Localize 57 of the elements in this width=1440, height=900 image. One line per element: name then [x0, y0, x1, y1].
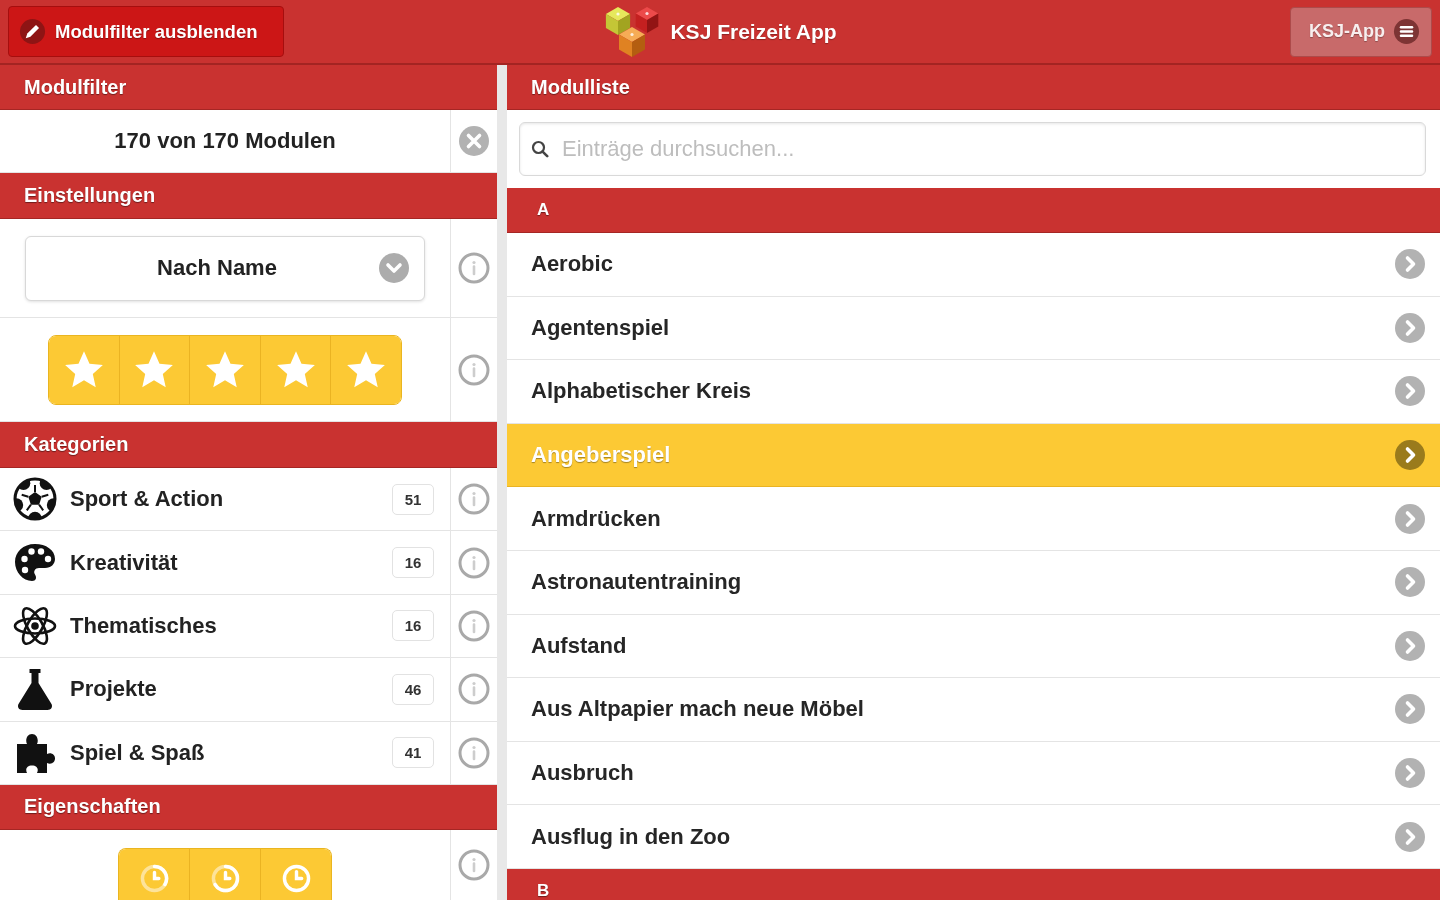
star-button[interactable] — [260, 335, 332, 404]
info-icon[interactable] — [458, 673, 490, 706]
category-item[interactable]: Thematisches 16 — [0, 594, 450, 658]
chevron-right-icon — [1394, 375, 1426, 408]
count-badge: 46 — [392, 673, 434, 705]
search-icon — [531, 140, 549, 158]
filter-summary: 170 von 170 Modulen — [114, 128, 336, 154]
info-icon[interactable] — [458, 353, 490, 386]
clock-arc-icon — [209, 862, 241, 894]
clock-icon — [280, 862, 312, 894]
chevron-right-icon — [1394, 311, 1426, 344]
info-icon[interactable] — [458, 546, 490, 579]
duration-button[interactable] — [190, 848, 261, 900]
info-icon[interactable] — [458, 252, 490, 284]
letter-header: A — [507, 188, 1440, 233]
info-icon[interactable] — [458, 736, 490, 769]
chevron-right-icon — [1394, 502, 1426, 535]
category-item[interactable]: Kreativität 16 — [0, 531, 450, 594]
pencil-icon — [19, 18, 46, 45]
chevron-right-icon — [1394, 248, 1426, 281]
count-badge: 41 — [392, 737, 434, 769]
chevron-right-icon — [1394, 693, 1426, 726]
chevron-right-icon — [1394, 629, 1426, 662]
info-icon[interactable] — [458, 848, 490, 881]
hide-filter-button[interactable]: Modulfilter ausblenden — [8, 6, 284, 57]
count-badge: 51 — [392, 483, 434, 515]
close-icon[interactable] — [458, 125, 490, 157]
star-button[interactable] — [49, 335, 120, 404]
section-header: Eigenschaften — [0, 784, 497, 830]
star-button[interactable] — [119, 335, 191, 404]
category-item[interactable]: Projekte 46 — [0, 658, 450, 721]
star-button[interactable] — [190, 335, 261, 404]
info-icon[interactable] — [458, 483, 490, 516]
category-item[interactable]: Sport & Action 51 — [0, 468, 450, 531]
chevron-right-icon — [1394, 820, 1426, 853]
soccer-ball-icon — [12, 476, 58, 523]
section-header: Modulfilter — [0, 65, 497, 110]
section-header: Modulliste — [507, 65, 1440, 110]
duration-button[interactable] — [119, 848, 190, 900]
chevron-right-icon — [1394, 757, 1426, 790]
chevron-down-icon — [378, 252, 410, 284]
sort-select[interactable]: Nach Name — [25, 235, 425, 301]
section-header: Einstellungen — [0, 173, 497, 219]
chevron-right-icon — [1394, 566, 1426, 599]
chevron-right-icon — [1394, 439, 1426, 472]
duration-button[interactable] — [261, 848, 331, 900]
clock-arc-icon — [138, 862, 170, 894]
star-button[interactable] — [331, 335, 401, 404]
section-header: Kategorien — [0, 422, 497, 468]
search-field[interactable]: Einträge durchsuchen... — [519, 122, 1426, 176]
info-icon[interactable] — [458, 609, 490, 642]
app-title: KSJ Freizeit App — [670, 19, 837, 44]
count-badge: 16 — [392, 547, 434, 579]
menu-icon — [1393, 18, 1420, 45]
letter-header: B — [507, 868, 1440, 900]
count-badge: 16 — [392, 610, 434, 642]
category-item[interactable]: Spiel & Spaß 41 — [0, 721, 450, 784]
